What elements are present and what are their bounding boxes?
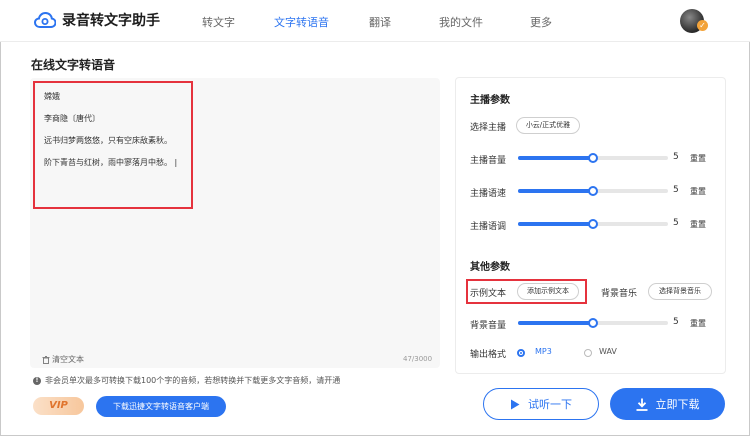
preview-label: 试听一下 xyxy=(528,398,572,411)
anchor-speed-label: 主播语速 xyxy=(470,189,507,199)
editor-content[interactable]: 嫦娥 李商隐〔唐代〕 远书归梦两悠悠，只有空床敌素秋。 阶下青苔与红树，雨中寥落… xyxy=(33,81,193,209)
anchor-pitch-label: 主播语调 xyxy=(470,222,507,232)
text-editor[interactable]: 嫦娥 李商隐〔唐代〕 远书归梦两悠悠，只有空床敌素秋。 阶下青苔与红树，雨中寥落… xyxy=(30,78,440,368)
anchor-volume-slider[interactable] xyxy=(518,153,668,163)
play-icon xyxy=(511,399,520,409)
sample-text-label: 示例文本 xyxy=(470,289,507,299)
slider-handle[interactable] xyxy=(588,219,598,229)
download-button[interactable]: 立即下载 xyxy=(610,388,725,420)
anchor-volume-reset[interactable]: 重置 xyxy=(690,153,706,164)
top-header: 录音转文字助手 转文字 文字转语音 翻译 我的文件 更多 ✓ xyxy=(0,0,750,42)
add-sample-text-button[interactable]: 添加示例文本 xyxy=(517,283,579,300)
anchor-volume-value: 5 xyxy=(673,152,679,162)
bg-volume-label: 背景音量 xyxy=(470,321,507,331)
clear-text-button[interactable]: 清空文本 xyxy=(42,354,84,365)
anchor-pitch-reset[interactable]: 重置 xyxy=(690,219,706,230)
select-bgm-button[interactable]: 选择背景音乐 xyxy=(648,283,712,300)
anchor-speed-slider[interactable] xyxy=(518,186,668,196)
bgm-label: 背景音乐 xyxy=(601,289,638,299)
download-label: 立即下载 xyxy=(655,398,700,411)
page-title: 在线文字转语音 xyxy=(31,58,116,72)
clear-text-label: 清空文本 xyxy=(52,355,84,364)
slider-handle[interactable] xyxy=(588,153,598,163)
character-count: 47/3000 xyxy=(403,355,433,363)
select-anchor-button[interactable]: 小云/正式优雅 xyxy=(516,117,580,134)
output-format-label: 输出格式 xyxy=(470,350,507,360)
select-anchor-label: 选择主播 xyxy=(470,123,507,133)
slider-handle[interactable] xyxy=(588,318,598,328)
anchor-speed-reset[interactable]: 重置 xyxy=(690,186,706,197)
preview-button[interactable]: 试听一下 xyxy=(483,388,599,420)
anchor-volume-label: 主播音量 xyxy=(470,156,507,166)
format-wav-radio[interactable] xyxy=(584,349,592,357)
notice-text: 非会员单次最多可转换下载100个字的音频，若想转换并下载更多文字音频，请开通 xyxy=(45,376,341,385)
format-wav-label[interactable]: WAV xyxy=(599,347,617,356)
nav-more[interactable]: 更多 xyxy=(530,14,552,30)
format-mp3-label[interactable]: MP3 xyxy=(535,347,552,356)
anchor-pitch-value: 5 xyxy=(673,218,679,228)
bg-volume-value: 5 xyxy=(673,317,679,327)
nav-speech-to-text[interactable]: 转文字 xyxy=(202,14,235,30)
download-icon xyxy=(636,398,647,411)
anchor-pitch-slider[interactable] xyxy=(518,219,668,229)
nav-my-files[interactable]: 我的文件 xyxy=(439,14,483,30)
anchor-speed-value: 5 xyxy=(673,185,679,195)
nav-translate[interactable]: 翻译 xyxy=(369,14,391,30)
anchor-params-title: 主播参数 xyxy=(470,95,510,106)
format-mp3-radio[interactable] xyxy=(517,349,525,357)
member-notice: ! 非会员单次最多可转换下载100个字的音频，若想转换并下载更多文字音频，请开通 xyxy=(33,375,340,386)
app-logo[interactable]: 录音转文字助手 xyxy=(34,10,160,30)
trash-icon xyxy=(42,355,50,364)
slider-handle[interactable] xyxy=(588,186,598,196)
cloud-logo-icon xyxy=(34,11,56,28)
settings-panel: 主播参数 选择主播 小云/正式优雅 主播音量 5 重置 主播语速 5 重置 主播… xyxy=(455,77,726,374)
app-title: 录音转文字助手 xyxy=(62,13,160,29)
info-icon: ! xyxy=(33,376,41,385)
bg-volume-reset[interactable]: 重置 xyxy=(690,318,706,329)
nav-text-to-speech[interactable]: 文字转语音 xyxy=(274,14,329,30)
vip-badge[interactable]: VIP xyxy=(33,397,84,415)
vip-crown-icon: ✓ xyxy=(697,20,708,31)
other-params-title: 其他参数 xyxy=(470,262,510,273)
download-client-button[interactable]: 下载迅捷文字转语音客户端 xyxy=(96,396,226,417)
bg-volume-slider[interactable] xyxy=(518,318,668,328)
